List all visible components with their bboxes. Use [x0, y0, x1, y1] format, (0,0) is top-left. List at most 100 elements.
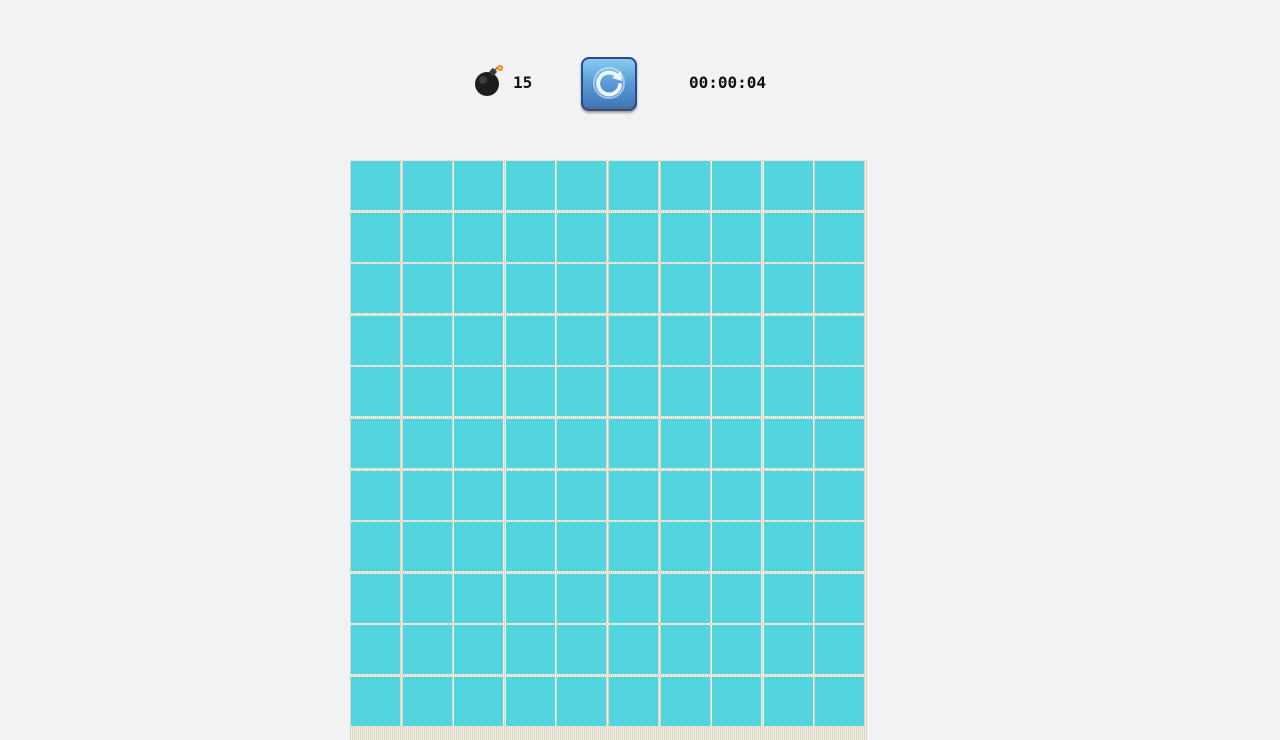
grid-cell[interactable]	[351, 470, 400, 520]
grid-cell[interactable]	[557, 264, 607, 314]
grid-cell[interactable]	[505, 212, 555, 262]
grid-cell[interactable]	[454, 264, 504, 314]
grid-cell[interactable]	[608, 161, 658, 210]
grid-cell[interactable]	[505, 264, 555, 314]
grid-cell[interactable]	[815, 264, 865, 314]
grid-cell[interactable]	[351, 418, 400, 468]
grid-cell[interactable]	[815, 676, 865, 726]
grid-cell[interactable]	[351, 625, 400, 675]
grid-cell[interactable]	[402, 418, 452, 468]
grid-cell[interactable]	[712, 418, 762, 468]
grid-cell[interactable]	[608, 676, 658, 726]
grid-cell[interactable]	[454, 470, 504, 520]
grid-cell[interactable]	[505, 522, 555, 572]
grid-cell[interactable]	[454, 367, 504, 417]
grid-cell[interactable]	[402, 522, 452, 572]
grid-cell[interactable]	[608, 522, 658, 572]
grid-cell[interactable]	[351, 676, 400, 726]
grid-cell[interactable]	[505, 315, 555, 365]
grid-cell[interactable]	[505, 470, 555, 520]
grid-cell[interactable]	[505, 418, 555, 468]
grid-cell[interactable]	[660, 625, 710, 675]
grid-cell[interactable]	[763, 470, 813, 520]
grid-cell[interactable]	[815, 418, 865, 468]
grid-cell[interactable]	[660, 522, 710, 572]
grid-cell[interactable]	[557, 470, 607, 520]
grid-cell[interactable]	[660, 161, 710, 210]
grid-cell[interactable]	[660, 573, 710, 623]
grid-cell[interactable]	[608, 367, 658, 417]
grid-cell[interactable]	[763, 367, 813, 417]
grid-cell[interactable]	[402, 264, 452, 314]
grid-cell[interactable]	[712, 676, 762, 726]
grid-cell[interactable]	[763, 315, 813, 365]
grid-cell[interactable]	[454, 418, 504, 468]
grid-cell[interactable]	[505, 161, 555, 210]
grid-cell[interactable]	[402, 625, 452, 675]
grid-cell[interactable]	[815, 161, 865, 210]
grid-cell[interactable]	[712, 625, 762, 675]
grid-cell[interactable]	[454, 625, 504, 675]
grid-cell[interactable]	[763, 418, 813, 468]
grid-cell[interactable]	[712, 522, 762, 572]
grid-cell[interactable]	[454, 676, 504, 726]
grid-cell[interactable]	[660, 315, 710, 365]
grid-cell[interactable]	[660, 212, 710, 262]
grid-cell[interactable]	[454, 161, 504, 210]
grid-cell[interactable]	[505, 625, 555, 675]
grid-cell[interactable]	[660, 264, 710, 314]
grid-cell[interactable]	[505, 676, 555, 726]
grid-cell[interactable]	[763, 676, 813, 726]
grid-cell[interactable]	[454, 573, 504, 623]
grid-cell[interactable]	[402, 470, 452, 520]
grid-cell[interactable]	[712, 212, 762, 262]
grid-cell[interactable]	[505, 367, 555, 417]
grid-cell[interactable]	[351, 315, 400, 365]
grid-cell[interactable]	[660, 367, 710, 417]
grid-cell[interactable]	[557, 676, 607, 726]
grid-cell[interactable]	[557, 315, 607, 365]
grid-cell[interactable]	[351, 264, 400, 314]
grid-cell[interactable]	[402, 212, 452, 262]
grid-cell[interactable]	[608, 573, 658, 623]
grid-cell[interactable]	[660, 470, 710, 520]
grid-cell[interactable]	[402, 367, 452, 417]
grid-cell[interactable]	[712, 573, 762, 623]
grid-cell[interactable]	[815, 315, 865, 365]
grid-cell[interactable]	[351, 161, 400, 210]
grid-cell[interactable]	[660, 418, 710, 468]
grid-cell[interactable]	[402, 573, 452, 623]
grid-cell[interactable]	[763, 573, 813, 623]
grid-cell[interactable]	[712, 315, 762, 365]
grid-cell[interactable]	[815, 470, 865, 520]
grid-cell[interactable]	[763, 625, 813, 675]
grid-cell[interactable]	[608, 264, 658, 314]
grid-cell[interactable]	[454, 315, 504, 365]
grid-cell[interactable]	[557, 522, 607, 572]
grid-cell[interactable]	[815, 625, 865, 675]
grid-cell[interactable]	[608, 212, 658, 262]
grid-cell[interactable]	[712, 470, 762, 520]
grid-cell[interactable]	[763, 212, 813, 262]
grid-cell[interactable]	[763, 161, 813, 210]
reset-button[interactable]	[581, 57, 637, 111]
grid-cell[interactable]	[712, 367, 762, 417]
grid-cell[interactable]	[402, 315, 452, 365]
grid-cell[interactable]	[712, 161, 762, 210]
grid-cell[interactable]	[557, 161, 607, 210]
grid-cell[interactable]	[608, 470, 658, 520]
grid-cell[interactable]	[351, 212, 400, 262]
grid-cell[interactable]	[505, 573, 555, 623]
grid-cell[interactable]	[351, 367, 400, 417]
grid-cell[interactable]	[402, 676, 452, 726]
grid-cell[interactable]	[608, 625, 658, 675]
grid-cell[interactable]	[454, 522, 504, 572]
grid-cell[interactable]	[402, 161, 452, 210]
grid-cell[interactable]	[557, 573, 607, 623]
grid-cell[interactable]	[351, 573, 400, 623]
grid-cell[interactable]	[608, 315, 658, 365]
grid-cell[interactable]	[712, 264, 762, 314]
grid-cell[interactable]	[763, 264, 813, 314]
grid-cell[interactable]	[815, 522, 865, 572]
grid-cell[interactable]	[454, 212, 504, 262]
